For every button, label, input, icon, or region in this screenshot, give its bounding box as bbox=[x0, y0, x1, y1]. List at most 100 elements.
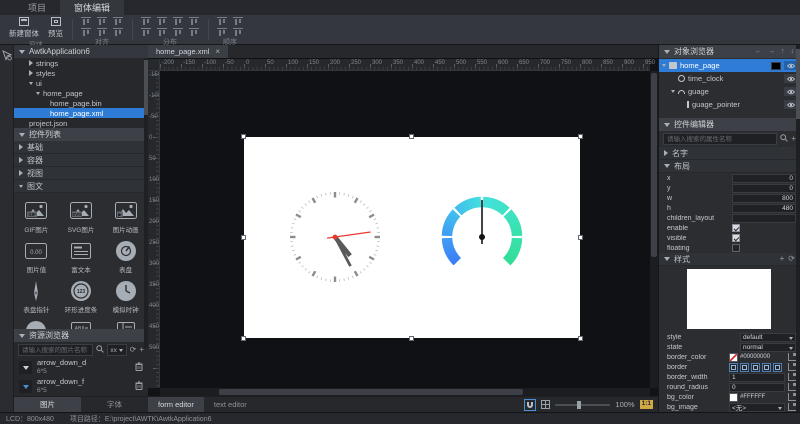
selection-handle[interactable] bbox=[578, 134, 583, 139]
form-surface[interactable] bbox=[244, 137, 580, 338]
input-round_radius[interactable] bbox=[729, 383, 785, 392]
toolbar-icon[interactable] bbox=[189, 28, 199, 36]
toolbar-icon[interactable] bbox=[189, 17, 199, 25]
border-toggle-button[interactable] bbox=[751, 363, 760, 372]
arrow-down-icon[interactable]: ↓ bbox=[790, 48, 796, 55]
toolbar-icon[interactable] bbox=[113, 28, 123, 36]
toolbar-icon[interactable] bbox=[217, 28, 227, 36]
widget-text-selector[interactable]: AB bbox=[68, 319, 94, 329]
tree-item-home_page[interactable]: home_page bbox=[14, 88, 148, 98]
category-图文[interactable]: 图文 bbox=[14, 180, 148, 193]
preview-button[interactable]: 预览 bbox=[48, 17, 63, 39]
widget-image-animation[interactable]: ▶图片动画 bbox=[113, 199, 139, 234]
trash-icon[interactable] bbox=[135, 362, 143, 373]
section-name[interactable]: 名字 bbox=[659, 147, 800, 160]
border-toggle-button[interactable] bbox=[762, 363, 771, 372]
property-search-input[interactable] bbox=[663, 133, 777, 145]
toolbar-icon[interactable] bbox=[233, 17, 243, 25]
canvas-hscrollbar[interactable] bbox=[160, 388, 650, 396]
resource-item-arrow_down_f[interactable]: arrow_down_f6*5 bbox=[14, 377, 148, 396]
menu-tab-form-edit[interactable]: 窗体编辑 bbox=[60, 0, 124, 15]
project-root-selector[interactable]: AwtkApplication6 bbox=[14, 45, 148, 58]
tab-text-editor[interactable]: text editor bbox=[204, 397, 257, 412]
tree-item-ui[interactable]: ui bbox=[14, 78, 148, 88]
advanced-icon[interactable] bbox=[788, 393, 796, 401]
widget-image-value[interactable]: 0.00图片值 bbox=[23, 239, 49, 274]
input-border_width[interactable] bbox=[729, 373, 785, 382]
border-toggle-button[interactable] bbox=[740, 363, 749, 372]
section-style[interactable]: 样式 + ⟳ bbox=[659, 253, 800, 266]
selection-handle[interactable] bbox=[578, 235, 583, 240]
toolbar-icon[interactable] bbox=[157, 17, 167, 25]
toolbar-icon[interactable] bbox=[141, 28, 151, 36]
expander-icon[interactable] bbox=[671, 90, 675, 93]
widget-gauge-pointer[interactable]: 表盘指针 bbox=[23, 279, 49, 314]
expander-icon[interactable] bbox=[29, 70, 33, 76]
object-node-time_clock[interactable]: time_clock bbox=[659, 72, 800, 85]
widget-digital-clock[interactable]: 8:30 bbox=[23, 319, 49, 329]
color-swatch-bg_color[interactable] bbox=[729, 393, 738, 402]
category-视图[interactable]: 视图 bbox=[14, 167, 148, 180]
object-node-guage_pointer[interactable]: guage_pointer bbox=[659, 98, 800, 111]
design-canvas[interactable] bbox=[160, 71, 650, 388]
right-panel-scrollbar[interactable] bbox=[796, 45, 800, 412]
new-form-button[interactable]: 新建窗体 bbox=[9, 17, 39, 39]
widget-list-header[interactable]: 控件列表 bbox=[14, 128, 148, 141]
toolbar-icon[interactable] bbox=[97, 28, 107, 36]
category-基础[interactable]: 基础 bbox=[14, 141, 148, 154]
toolbar-icon[interactable] bbox=[173, 17, 183, 25]
toolbar-icon[interactable] bbox=[81, 17, 91, 25]
select-state[interactable]: normal bbox=[740, 343, 796, 352]
tab-form-editor[interactable]: form editor bbox=[148, 397, 204, 412]
toolbar-icon[interactable] bbox=[81, 28, 91, 36]
advanced-icon[interactable] bbox=[788, 363, 796, 371]
add-style-icon[interactable]: + bbox=[780, 255, 785, 263]
selection-handle[interactable] bbox=[409, 336, 414, 341]
tree-item-strings[interactable]: strings bbox=[14, 58, 148, 68]
advanced-icon[interactable] bbox=[788, 403, 796, 411]
widget-analog-clock[interactable]: 模拟时钟 bbox=[113, 279, 139, 314]
selection-handle[interactable] bbox=[241, 336, 246, 341]
selection-handle[interactable] bbox=[241, 235, 246, 240]
arrow-left-icon[interactable]: ← bbox=[754, 48, 763, 55]
tab-images[interactable]: 图片 bbox=[14, 397, 81, 412]
resource-filter-dropdown[interactable]: xx bbox=[107, 344, 127, 356]
toolbar-icon[interactable] bbox=[173, 28, 183, 36]
resource-search-input[interactable] bbox=[18, 344, 93, 356]
input-x[interactable] bbox=[732, 174, 796, 183]
expander-icon[interactable] bbox=[36, 92, 40, 95]
select-style[interactable]: default bbox=[740, 333, 796, 342]
gauge-widget[interactable] bbox=[434, 189, 530, 285]
trash-icon[interactable] bbox=[135, 381, 143, 392]
search-icon[interactable] bbox=[780, 134, 788, 144]
tree-item-home_page.xml[interactable]: home_page.xml bbox=[14, 108, 148, 118]
search-icon[interactable] bbox=[96, 345, 104, 355]
toolbar-icon[interactable] bbox=[97, 17, 107, 25]
border-toggle-button[interactable] bbox=[773, 363, 782, 372]
snap-toggle[interactable] bbox=[524, 399, 536, 411]
widget-gauge[interactable]: 表盘 bbox=[113, 239, 139, 274]
advanced-icon[interactable] bbox=[788, 353, 796, 361]
zoom-slider-thumb[interactable] bbox=[577, 401, 581, 409]
tree-item-home_page.bin[interactable]: home_page.bin bbox=[14, 98, 148, 108]
toolbar-icon[interactable] bbox=[113, 17, 123, 25]
toolbar-icon[interactable] bbox=[157, 28, 167, 36]
input-y[interactable] bbox=[732, 184, 796, 193]
color-swatch-border_color[interactable] bbox=[729, 353, 738, 362]
canvas-vscrollbar[interactable] bbox=[650, 71, 658, 388]
input-children_layout[interactable] bbox=[732, 214, 796, 223]
advanced-icon[interactable] bbox=[788, 373, 796, 381]
property-editor-header[interactable]: 控件编辑器 bbox=[659, 118, 800, 131]
widget-progress-circle[interactable]: 123环形进度条 bbox=[65, 279, 98, 314]
zoom-slider[interactable] bbox=[555, 404, 610, 406]
widget-svg-image[interactable]: SVGSVG图片 bbox=[68, 199, 95, 234]
widget-gif-image[interactable]: GIFGIF图片 bbox=[23, 199, 49, 234]
expander-icon[interactable] bbox=[29, 82, 33, 85]
resource-item-arrow_down_d[interactable]: arrow_down_d6*5 bbox=[14, 358, 148, 377]
toolbar-icon[interactable] bbox=[233, 28, 243, 36]
zoom-ratio-button[interactable]: 1:1 bbox=[640, 400, 653, 409]
arrow-right-icon[interactable]: → bbox=[767, 48, 776, 55]
advanced-icon[interactable] bbox=[788, 383, 796, 391]
expander-icon[interactable] bbox=[662, 64, 666, 67]
checkbox-floating[interactable] bbox=[732, 244, 740, 252]
